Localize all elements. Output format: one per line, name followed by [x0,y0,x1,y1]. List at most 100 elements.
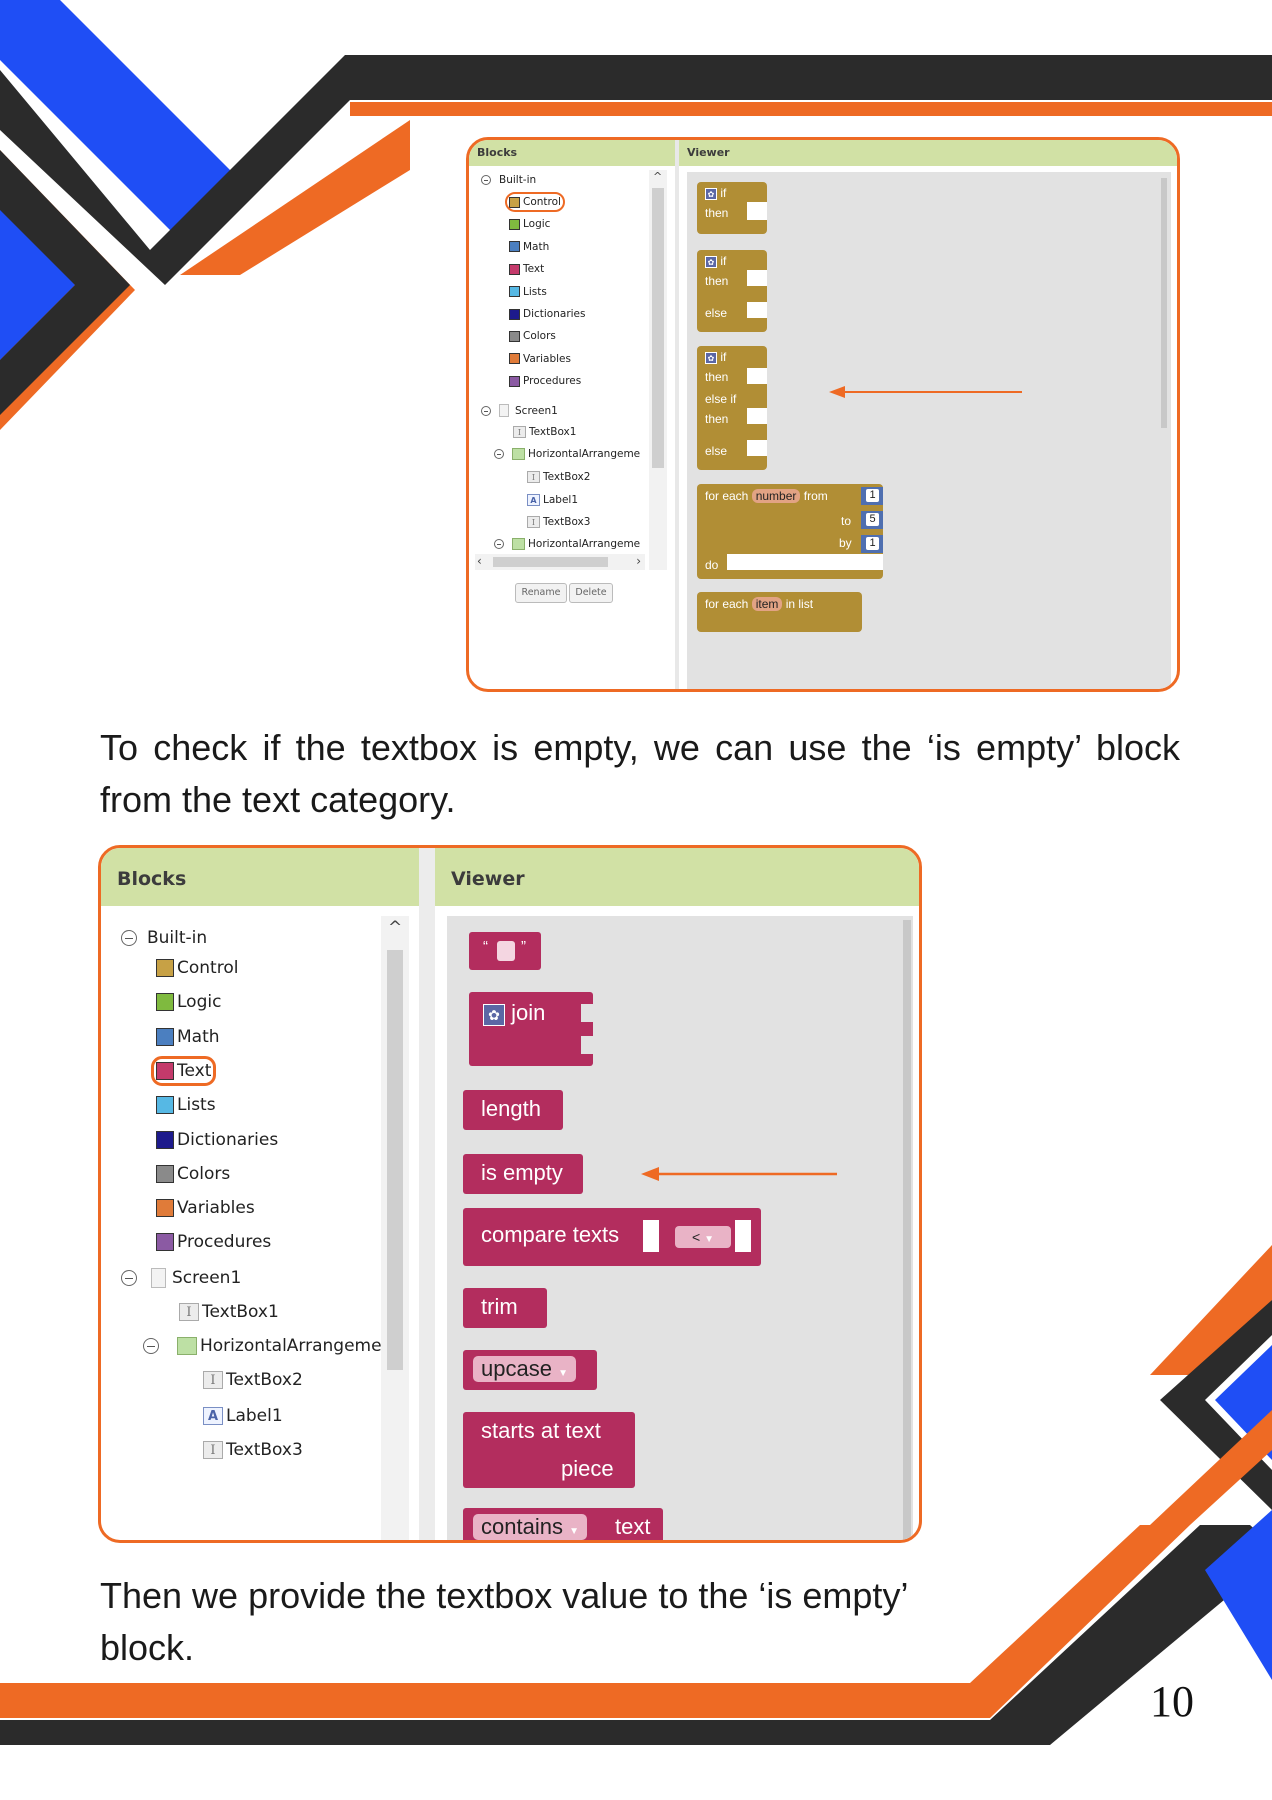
tree-scrollbar[interactable]: ^ [649,170,667,570]
tree-hscrollbar[interactable]: ‹ › [475,554,645,570]
tree-category-control[interactable]: Control [505,192,565,212]
text-string-block[interactable]: “ ” [469,932,541,970]
category-label: Dictionaries [177,1129,279,1150]
number-block[interactable]: 1 [861,487,883,505]
viewer-header: Viewer [679,140,1177,166]
blocks-viewer: “ ” ✿ join length is empty compare texts… [447,916,913,1540]
tree-screen[interactable]: Screen1 [481,404,558,417]
delete-button[interactable]: Delete [569,583,613,603]
compare-texts-block[interactable]: compare texts < ▼ [463,1208,761,1266]
for-each-item-block[interactable]: for each item in list [697,592,862,632]
mutator-gear-icon[interactable]: ✿ [705,352,717,364]
collapse-icon[interactable] [481,175,491,185]
tree-category-procedures[interactable]: Procedures [509,375,581,387]
rename-button[interactable]: Rename [515,583,567,603]
tree-builtin[interactable]: Built-in [121,928,207,948]
if-elseif-else-block[interactable]: ✿ if then else if then else [697,346,767,470]
collapse-icon[interactable] [121,1270,137,1286]
blocks-tree: Built-in Control Logic Math Text Lists Dictio… [101,906,419,1540]
tree-category-colors[interactable]: Colors [156,1164,230,1184]
starts-at-block[interactable]: starts at text piece [463,1412,635,1488]
tree-category-text[interactable]: Text [150,1055,217,1086]
category-color-icon [509,353,520,365]
category-color-icon [509,218,520,230]
number-block[interactable]: 5 [861,511,883,529]
compare-operator-dropdown[interactable]: < ▼ [675,1226,731,1248]
category-color-icon [509,263,520,275]
paragraph-2: Then we provide the textbox value to the… [100,1575,908,1668]
tree-category-lists[interactable]: Lists [509,286,547,298]
tree-component[interactable]: I TextBox2 [527,471,590,483]
collapse-icon[interactable] [481,405,491,416]
contains-block[interactable]: contains ▼ text [463,1508,663,1540]
mutator-gear-icon[interactable]: ✿ [705,188,717,200]
category-label: Text [523,263,545,276]
tree-component[interactable]: HorizontalArrangeme [494,538,640,550]
tree-scrollbar[interactable]: ^ [381,916,409,1540]
tree-category-dictionaries[interactable]: Dictionaries [509,308,586,320]
scroll-up-icon[interactable]: ^ [388,918,402,938]
tree-component[interactable]: I TextBox3 [527,516,590,528]
category-color-icon [156,1130,174,1149]
category-color-icon [156,959,174,977]
scroll-up-icon[interactable]: ^ [653,170,662,183]
collapse-icon[interactable] [121,930,137,946]
viewer-header: Viewer [435,848,919,906]
tree-category-procedures[interactable]: Procedures [156,1232,271,1252]
if-then-block[interactable]: ✿ if then [697,182,767,234]
join-block[interactable]: ✿ join [469,992,593,1066]
loop-variable[interactable]: item [751,597,783,611]
category-label: Text [177,1060,212,1081]
tree-category-logic[interactable]: Logic [156,992,221,1012]
viewer-scrollbar[interactable] [1161,178,1167,428]
label-icon: A [203,1407,223,1425]
category-color-icon [156,1027,174,1046]
text-blocks-screenshot: Blocks Viewer Built-in Control Logic Math T… [98,845,922,1543]
tree-component[interactable]: I TextBox1 [513,426,576,438]
tree-component[interactable]: A Label1 [203,1406,283,1426]
mutator-gear-icon[interactable]: ✿ [705,256,717,268]
viewer-scrollbar[interactable] [903,920,911,1540]
tree-category-dictionaries[interactable]: Dictionaries [156,1130,278,1150]
tree-category-control[interactable]: Control [156,958,238,978]
upcase-dropdown[interactable]: upcase ▼ [473,1356,576,1382]
category-label: Dictionaries [523,308,586,320]
tree-component[interactable]: A Label1 [527,494,578,506]
tree-category-logic[interactable]: Logic [509,218,550,230]
tree-category-lists[interactable]: Lists [156,1095,216,1115]
category-color-icon [156,1061,174,1080]
tree-category-text[interactable]: Text [509,263,544,275]
tree-screen[interactable]: Screen1 [121,1268,241,1288]
number-block[interactable]: 1 [861,535,883,553]
length-block[interactable]: length [463,1090,563,1130]
upcase-block[interactable]: upcase ▼ [463,1350,597,1390]
top-right-orange-band [350,102,1272,116]
collapse-icon[interactable] [494,539,504,549]
tree-category-math[interactable]: Math [509,241,549,253]
if-then-else-block[interactable]: ✿ if then else [697,250,767,332]
tree-category-math[interactable]: Math [156,1027,220,1047]
tree-component[interactable]: I TextBox1 [179,1302,279,1322]
category-label: Variables [523,352,571,365]
tree-component[interactable]: HorizontalArrangeme [143,1336,382,1356]
tree-component[interactable]: HorizontalArrangeme [494,448,640,460]
contains-dropdown[interactable]: contains ▼ [473,1514,587,1540]
tree-category-colors[interactable]: Colors [509,330,556,342]
tree-component[interactable]: I TextBox3 [203,1440,303,1460]
arrow-icon [829,386,1022,398]
tree-builtin[interactable]: Built-in [481,174,536,186]
screen-icon [151,1268,166,1288]
tree-category-variables[interactable]: Variables [509,353,571,365]
trim-block[interactable]: trim [463,1288,547,1328]
tree-component[interactable]: I TextBox2 [203,1370,303,1390]
collapse-icon[interactable] [143,1338,159,1354]
category-label: Lists [177,1095,216,1116]
tree-category-variables[interactable]: Variables [156,1198,255,1218]
collapse-icon[interactable] [494,449,504,459]
page-number: 10 [1150,1677,1194,1726]
loop-variable[interactable]: number [751,489,801,503]
mutator-gear-icon[interactable]: ✿ [483,1004,505,1026]
for-each-number-block[interactable]: for each number from to by do 1 5 1 [697,484,883,579]
paragraph-1: To check if the textbox is empty, we can… [100,727,1180,820]
is-empty-block[interactable]: is empty [463,1154,583,1194]
